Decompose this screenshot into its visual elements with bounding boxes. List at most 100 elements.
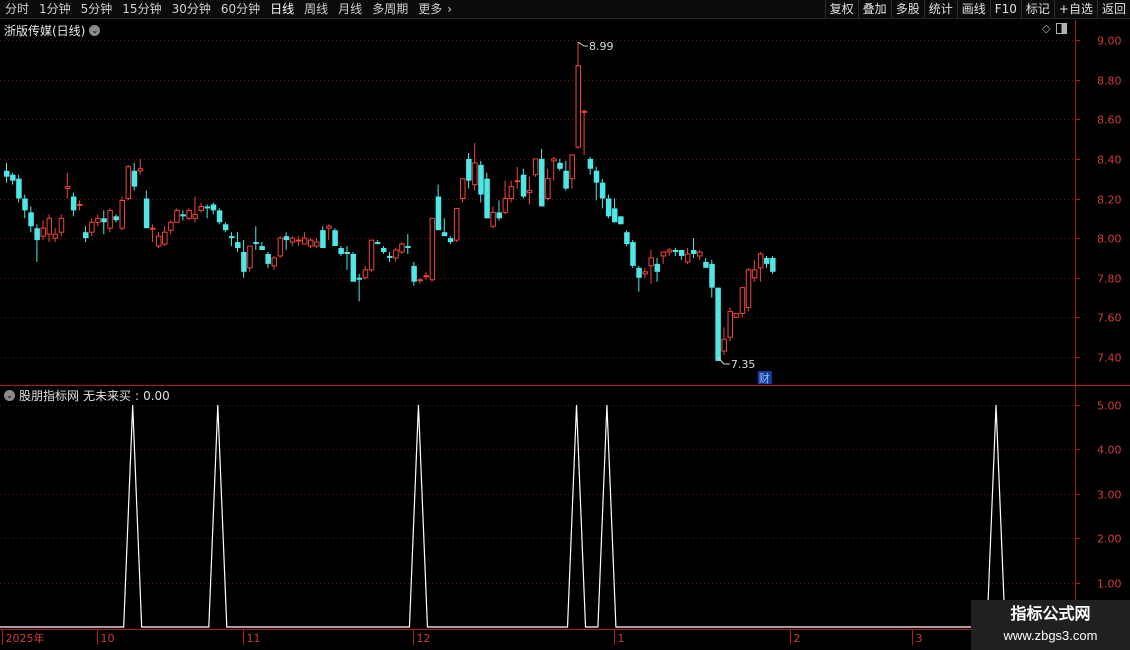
watermark-url: www.zbgs3.com [1003,628,1098,643]
candle-body [64,186,71,190]
candle-body [435,196,442,231]
candle-body [727,310,734,338]
price-tick-label: 8.40 [1097,154,1122,167]
candle-body [277,237,284,257]
time-tick-label: 1 [618,632,625,645]
price-tick-label: 8.20 [1097,194,1122,207]
candle-body [46,217,53,235]
candle-body [666,249,673,253]
candle-body [271,257,278,267]
candle-body [192,213,198,219]
candle-body [636,267,642,278]
diamond-icon[interactable]: ◇ [1042,22,1050,35]
candle-body [441,232,448,237]
panel-tools: ◇ [1042,22,1068,35]
candle-body [496,212,502,219]
candle-body [198,205,205,211]
candle-body [149,227,156,230]
chart-frame [0,20,1130,650]
candle-body [95,217,101,223]
candle-body [228,236,235,239]
time-tick-label: 2025年 [6,631,45,645]
stock-title: 浙版传媒(日线) [4,24,86,38]
candle-body [168,221,174,231]
time-tick-label: 11 [247,632,261,645]
price-axis: 7.40 7.60 7.80 8.00 8.20 8.40 8.60 8.80 9.00 [1075,35,1122,365]
candle-body [399,243,405,253]
price-tick-label: 7.60 [1097,312,1122,325]
price-tick-label: 8.60 [1097,114,1122,127]
time-tick-label: 2 [794,632,801,645]
candle-body [295,239,302,242]
price-tick-label: 8.00 [1097,233,1122,246]
candle-body [156,235,162,247]
candle-body [137,168,144,172]
price-tick-label: 7.40 [1097,352,1122,365]
time-tick-label: 12 [417,632,431,645]
indicator-tick-label: 3.00 [1097,489,1122,502]
candle-body [16,178,22,199]
indicator-tick-label: 4.00 [1097,444,1122,457]
candle-body [654,263,661,272]
candle-body [308,239,314,247]
layout-toggle-icon[interactable] [1056,23,1068,34]
dropdown-circle-icon[interactable]: ⌄ [89,25,101,36]
candle-body [89,221,95,233]
candle-body [350,253,357,282]
candle-body [356,277,363,280]
candle-body [453,207,460,241]
candle-body [222,224,229,231]
candle-body [532,158,539,176]
indicator-menu-icon[interactable]: ⌄ [4,390,15,401]
candle-body [113,216,119,221]
watermark-title: 指标公式网 [1010,604,1091,623]
candle-body [380,248,387,252]
candle-body [338,248,344,254]
candle-body [52,233,59,239]
time-axis: 2025年 10 11 12 1 2 3 [2,630,923,645]
chart-canvas[interactable]: 7.40 7.60 7.80 8.00 8.20 8.40 8.60 8.80 9.00 8.9… [0,0,1130,650]
time-tick-label: 3 [916,632,923,645]
candle-body [563,170,569,189]
indicator-panel-title: ⌄ 股朋指标网 无未来买: 0.00 [4,387,170,404]
high-marker [577,41,589,47]
price-grid [0,40,1075,358]
candle-body [508,186,515,200]
candle-body [575,65,582,148]
candle-body [709,263,715,288]
candle-body [660,251,667,257]
site-watermark: 指标公式网 www.zbgs3.com [971,600,1130,650]
candle-body [247,245,253,269]
candle-body [28,212,34,227]
candle-body [131,170,138,187]
candle-body [526,190,533,194]
candle-body [447,238,454,243]
candle-body [770,257,776,272]
candle-body [344,251,350,254]
candle-body [393,249,399,259]
finance-badge: 财 [759,371,770,385]
candle-body [545,178,551,199]
candle-body [253,242,259,245]
candle-body [34,228,40,241]
candle-body [70,196,77,211]
indicator-tick-label: 2.00 [1097,533,1122,546]
candle-body [314,241,320,247]
price-panel-title: 浙版传媒(日线) ⌄ [4,22,101,39]
candle-body [751,269,758,279]
candle-body [374,242,381,245]
price-tick-label: 9.00 [1097,35,1122,48]
candle-body [58,217,65,233]
candle-body [605,198,612,217]
candle-body [484,178,490,219]
candle-body [320,230,326,249]
candle-body [630,242,636,266]
candle-body [101,218,107,223]
candle-body [478,164,484,195]
low-price-label: 7.35 [731,358,756,371]
candle-body [186,209,192,219]
candle-body [423,275,430,278]
indicator-grid [0,405,1075,584]
candle-body [539,158,545,207]
candle-body [10,174,16,181]
